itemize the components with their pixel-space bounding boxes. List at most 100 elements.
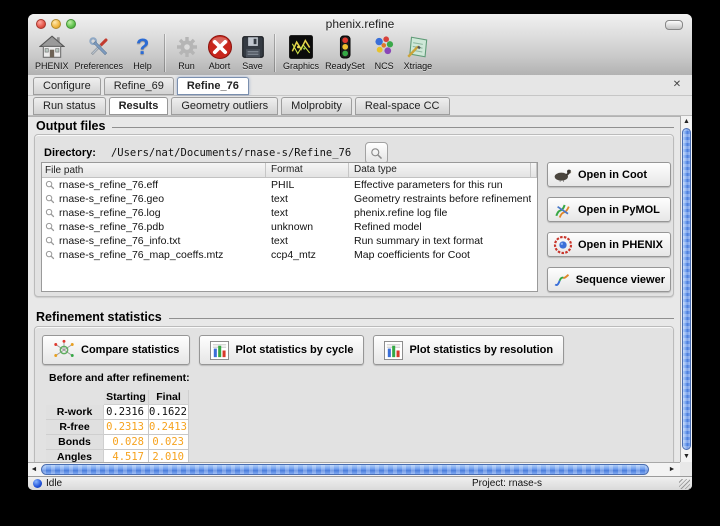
question-mark-icon: ? — [129, 34, 156, 60]
toolbar-button-preferences[interactable]: Preferences — [72, 33, 127, 72]
stats-row-label: R-work — [46, 405, 104, 420]
toolbar: PHENIX Preferences ? Help Run — [32, 33, 435, 75]
tab-refine-69[interactable]: Refine_69 — [104, 77, 174, 95]
stats-final-value: 0.2413 — [149, 420, 189, 435]
magnifier-icon — [370, 147, 383, 160]
stats-col-starting: Starting — [104, 390, 149, 405]
phenix-refine-window: phenix.refine PHENIX Preferences ? Help — [28, 14, 692, 490]
table-header-row: File path Format Data type — [42, 163, 537, 178]
desktop: { "window": { "title": "phenix.refine" }… — [0, 0, 720, 526]
sequence-worm-icon — [553, 272, 571, 288]
column-header-format[interactable]: Format — [266, 163, 349, 177]
tab-refine-76[interactable]: Refine_76 — [177, 77, 249, 95]
column-header-data-type[interactable]: Data type — [349, 163, 531, 177]
statistics-buttons: Compare statistics Plot statistics by cy… — [42, 335, 564, 365]
toolbar-label: Help — [133, 61, 152, 71]
toolbar-button-run[interactable]: Run — [170, 33, 203, 72]
stats-final-value: 2.010 — [149, 450, 189, 462]
stats-corner-cell — [46, 390, 104, 405]
toolbar-separator — [164, 34, 165, 72]
magnifier-icon — [45, 236, 55, 246]
home-icon — [38, 34, 65, 60]
sequence-viewer-button[interactable]: Sequence viewer — [547, 267, 671, 292]
toolbar-button-readyset[interactable]: ReadySet — [322, 33, 368, 72]
scroll-right-arrow-icon[interactable] — [666, 463, 678, 476]
tab-results[interactable]: Results — [109, 97, 169, 115]
horizontal-scrollbar[interactable] — [28, 462, 680, 476]
file-format: text — [266, 235, 349, 247]
open-in-phenix-button[interactable]: Open in PHENIX — [547, 232, 671, 257]
button-label: Sequence viewer — [576, 274, 665, 286]
toolbar-button-help[interactable]: ? Help — [126, 33, 159, 72]
gear-icon — [173, 34, 200, 60]
toolbar-button-ncs[interactable]: NCS — [368, 33, 401, 72]
scroll-down-arrow-icon[interactable] — [681, 451, 692, 462]
file-data-type: Map coefficients for Coot — [349, 249, 531, 261]
refinement-stats-table: Starting Final R-work 0.2316 0.1622 R-fr… — [46, 390, 189, 462]
open-in-coot-button[interactable]: Open in Coot — [547, 162, 671, 187]
vertical-scrollbar[interactable] — [680, 116, 692, 462]
open-in-pymol-button[interactable]: Open in PyMOL — [547, 197, 671, 222]
horizontal-scrollbar-thumb[interactable] — [41, 464, 649, 475]
stats-starting-value: 0.2316 — [104, 405, 149, 420]
file-row[interactable]: rnase-s_refine_76_map_coeffs.mtz ccp4_mt… — [42, 248, 537, 262]
tab-geometry-outliers[interactable]: Geometry outliers — [171, 97, 278, 115]
button-label: Open in PHENIX — [578, 239, 663, 251]
stats-col-final: Final — [149, 390, 189, 405]
toolbar-label: Abort — [209, 61, 231, 71]
scroll-up-arrow-icon[interactable] — [681, 116, 692, 127]
file-path: rnase-s_refine_76.eff — [59, 179, 158, 191]
toolbar-toggle-button[interactable] — [665, 20, 683, 30]
file-row[interactable]: rnase-s_refine_76.eff PHIL Effective par… — [42, 178, 537, 192]
stats-starting-value: 4.517 — [104, 450, 149, 462]
stats-row-label: Bonds — [46, 435, 104, 450]
stats-starting-value: 0.2313 — [104, 420, 149, 435]
file-data-type: phenix.refine log file — [349, 207, 531, 219]
plot-statistics-by-resolution-button[interactable]: Plot statistics by resolution — [373, 335, 564, 365]
stats-starting-value: 0.028 — [104, 435, 149, 450]
magnifier-icon — [45, 180, 55, 190]
tab-run-status[interactable]: Run status — [33, 97, 106, 115]
scroll-left-arrow-icon[interactable] — [28, 463, 40, 476]
close-tab-icon[interactable] — [671, 79, 683, 91]
toolbar-button-abort[interactable]: Abort — [203, 33, 236, 72]
toolbar-button-phenix[interactable]: PHENIX — [32, 33, 72, 72]
toolbar-button-graphics[interactable]: Graphics — [280, 33, 322, 72]
compare-statistics-button[interactable]: Compare statistics — [42, 335, 190, 365]
toolbar-button-xtriage[interactable]: Xtriage — [401, 33, 436, 72]
file-row[interactable]: rnase-s_refine_76.pdb unknown Refined mo… — [42, 220, 537, 234]
floppy-disk-icon — [239, 34, 266, 60]
output-files-table: File path Format Data type rnase-s_refin… — [41, 162, 538, 292]
button-label: Open in PyMOL — [578, 204, 660, 216]
tab-real-space-cc[interactable]: Real-space CC — [355, 97, 450, 115]
magnifier-icon — [45, 222, 55, 232]
directory-label: Directory: — [44, 147, 96, 159]
crystal-icon — [404, 34, 431, 60]
bar-chart-icon — [210, 341, 229, 360]
toolbar-label: NCS — [375, 61, 394, 71]
magnifier-icon — [45, 194, 55, 204]
button-label: Plot statistics by resolution — [409, 344, 553, 356]
toolbar-button-save[interactable]: Save — [236, 33, 269, 72]
file-path: rnase-s_refine_76_map_coeffs.mtz — [59, 249, 223, 261]
coot-bird-icon — [553, 168, 573, 182]
file-format: PHIL — [266, 179, 349, 191]
file-row[interactable]: rnase-s_refine_76_info.txt text Run summ… — [42, 234, 537, 248]
browse-directory-button[interactable] — [365, 142, 388, 164]
file-row[interactable]: rnase-s_refine_76.geo text Geometry rest… — [42, 192, 537, 206]
plot-statistics-by-cycle-button[interactable]: Plot statistics by cycle — [199, 335, 364, 365]
file-row[interactable]: rnase-s_refine_76.log text phenix.refine… — [42, 206, 537, 220]
molecules-icon — [371, 34, 398, 60]
file-data-type: Effective parameters for this run — [349, 179, 531, 191]
resize-grip[interactable] — [679, 479, 690, 489]
refinement-statistics-panel: Compare statistics Plot statistics by cy… — [34, 326, 674, 462]
file-format: text — [266, 207, 349, 219]
window-chrome: phenix.refine PHENIX Preferences ? Help — [28, 14, 692, 76]
tab-molprobity[interactable]: Molprobity — [281, 97, 352, 115]
vertical-scrollbar-thumb[interactable] — [682, 128, 691, 450]
file-data-type: Refined model — [349, 221, 531, 233]
column-header-file-path[interactable]: File path — [42, 163, 266, 177]
file-format: ccp4_mtz — [266, 249, 349, 261]
toolbar-separator — [274, 34, 275, 72]
tab-configure[interactable]: Configure — [33, 77, 101, 95]
